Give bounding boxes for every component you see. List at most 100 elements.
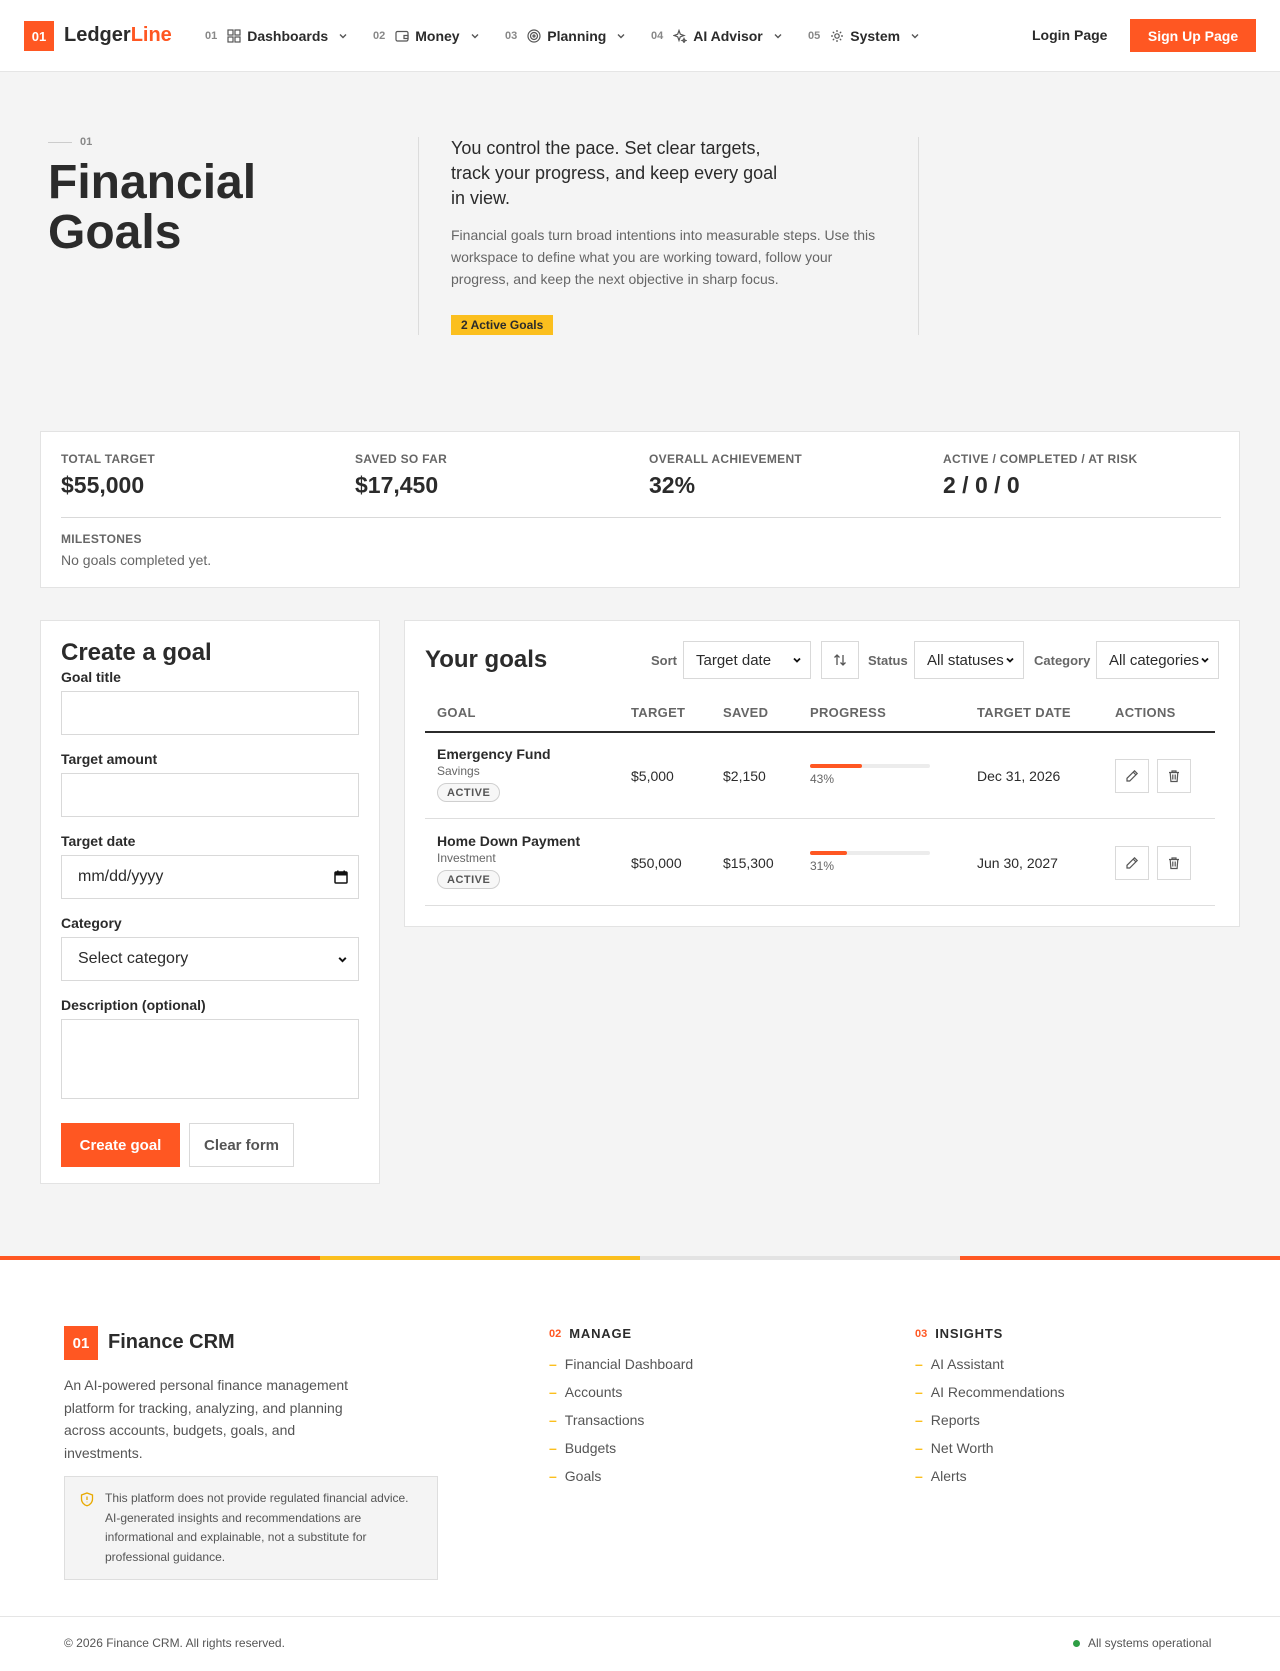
delete-goal-button[interactable] — [1157, 846, 1191, 880]
goal-saved: $15,300 — [723, 855, 774, 871]
insights-num: 03 — [915, 1327, 928, 1340]
target-amount-label: Target amount — [61, 751, 158, 767]
goal-title-input[interactable] — [61, 691, 359, 735]
status-counts-label: ACTIVE / COMPLETED / AT RISK — [943, 452, 1138, 466]
column-header: SAVED — [723, 705, 769, 720]
trash-icon — [1167, 856, 1181, 870]
footer-link[interactable]: – Transactions — [549, 1412, 644, 1428]
footer-link[interactable]: – AI Recommendations — [915, 1384, 1065, 1400]
gear-icon — [830, 29, 844, 43]
clear-form-button[interactable]: Clear form — [189, 1123, 294, 1167]
chevron-down-icon — [1200, 655, 1210, 665]
pencil-icon — [1125, 856, 1139, 870]
footer-link[interactable]: – Reports — [915, 1412, 980, 1428]
target-amount-input[interactable] — [61, 773, 359, 817]
sparkle-icon — [673, 29, 688, 43]
category-select[interactable]: Select category — [61, 937, 359, 981]
table-header-rule — [425, 731, 1215, 733]
category-filter-select[interactable]: All categories — [1096, 641, 1219, 679]
logo-accent: Line — [130, 24, 172, 46]
date-placeholder: mm/dd/yyyy — [78, 868, 164, 885]
hero-divider-left — [418, 137, 419, 335]
nav-label: AI Advisor — [693, 28, 763, 44]
progress-percent: 43% — [810, 772, 835, 786]
nav-planning[interactable]: 03 Planning — [505, 25, 626, 47]
footer-link[interactable]: – Net Worth — [915, 1440, 994, 1456]
chevron-down-icon — [470, 31, 480, 41]
chevron-down-icon — [616, 31, 626, 41]
category-filter-value: All categories — [1109, 651, 1200, 669]
footer-link[interactable]: – Budgets — [549, 1440, 616, 1456]
description-label: Description (optional) — [61, 997, 206, 1013]
goal-name[interactable]: Emergency Fund — [437, 746, 551, 762]
status-select[interactable]: All statuses — [914, 641, 1024, 679]
page-title: Financial Goals — [48, 156, 257, 259]
disclaimer-text: This platform does not provide regulated… — [105, 1491, 409, 1564]
delete-goal-button[interactable] — [1157, 759, 1191, 793]
footer-link[interactable]: – Goals — [549, 1468, 601, 1484]
sort-direction-button[interactable] — [821, 641, 859, 679]
target-date-input[interactable]: mm/dd/yyyy — [61, 855, 359, 899]
nav-num: 04 — [651, 30, 664, 42]
goal-target: $5,000 — [631, 768, 674, 784]
goal-target-date: Dec 31, 2026 — [977, 768, 1061, 784]
progress-fill — [810, 764, 862, 768]
description-textarea[interactable] — [61, 1019, 359, 1099]
shield-alert-icon — [80, 1492, 94, 1507]
chevron-down-icon — [773, 31, 783, 41]
nav-label: Dashboards — [247, 28, 329, 44]
create-goal-button[interactable]: Create goal — [61, 1123, 180, 1167]
hero-rule — [48, 142, 72, 143]
footer-link[interactable]: – AI Assistant — [915, 1356, 1004, 1372]
create-goal-form: Create a goal Goal title Target amount T… — [40, 620, 380, 1184]
sort-select[interactable]: Target date — [683, 641, 811, 679]
column-header: TARGET — [631, 705, 686, 720]
form-title: Create a goal — [61, 639, 212, 666]
top-nav-bar: 01 LedgerLine 01 Dashboards 02 Money 03 … — [0, 0, 1280, 72]
logo-text[interactable]: LedgerLine — [64, 24, 172, 47]
progress-bar — [810, 764, 930, 768]
target-icon — [527, 29, 541, 43]
disclaimer-box: This platform does not provide regulated… — [64, 1476, 438, 1580]
row-divider — [425, 818, 1215, 819]
nav-num: 05 — [808, 30, 821, 42]
nav-ai-advisor[interactable]: 04 AI Advisor — [651, 25, 783, 47]
goal-saved: $2,150 — [723, 768, 766, 784]
saved-value: $17,450 — [355, 472, 439, 498]
edit-goal-button[interactable] — [1115, 759, 1149, 793]
nav-money[interactable]: 02 Money — [373, 25, 480, 47]
manage-heading: 02 MANAGE — [549, 1326, 632, 1341]
footer-link[interactable]: – Accounts — [549, 1384, 622, 1400]
hero-section-number: 01 — [80, 136, 93, 148]
goal-title-label: Goal title — [61, 669, 121, 685]
footer-link-label: Accounts — [564, 1384, 623, 1400]
hero-lead: You control the pace. Set clear targets,… — [451, 138, 778, 208]
site-footer: 01 Finance CRM An AI-powered personal fi… — [0, 1260, 1280, 1671]
login-link[interactable]: Login Page — [1032, 27, 1107, 43]
calendar-icon[interactable] — [334, 870, 348, 884]
column-header: ACTIONS — [1115, 705, 1176, 720]
progress-bar — [810, 851, 930, 855]
signup-button[interactable]: Sign Up Page — [1130, 19, 1256, 52]
footer-link[interactable]: – Alerts — [915, 1468, 967, 1484]
goal-name[interactable]: Home Down Payment — [437, 833, 580, 849]
status-select-value: All statuses — [927, 651, 1004, 669]
footer-link-label: Budgets — [564, 1440, 617, 1456]
nav-label: Money — [415, 28, 460, 44]
status-badge: ACTIVE — [437, 870, 501, 889]
nav-num: 02 — [373, 30, 386, 42]
logo-mark[interactable]: 01 — [24, 21, 54, 51]
summary-divider — [61, 517, 1221, 518]
nav-system[interactable]: 05 System — [808, 25, 920, 47]
footer-link-label: AI Recommendations — [930, 1384, 1065, 1400]
footer-link-label: Alerts — [930, 1468, 967, 1484]
progress-percent: 31% — [810, 859, 835, 873]
manage-num: 02 — [549, 1327, 562, 1340]
nav-dashboards[interactable]: 01 Dashboards — [205, 25, 348, 47]
nav-label: Planning — [547, 28, 607, 44]
hero-description: Financial goals turn broad intentions in… — [451, 227, 876, 287]
edit-goal-button[interactable] — [1115, 846, 1149, 880]
chevron-down-icon — [792, 655, 802, 665]
chevron-down-icon — [1005, 655, 1015, 665]
footer-link[interactable]: – Financial Dashboard — [549, 1356, 693, 1372]
